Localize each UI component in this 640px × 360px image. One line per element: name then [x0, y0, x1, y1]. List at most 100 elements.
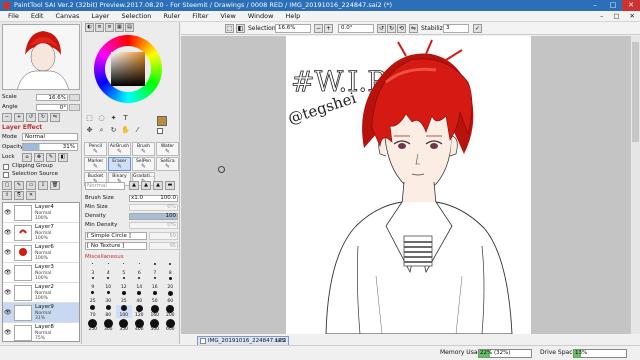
- zoom-out-button[interactable]: −: [314, 24, 323, 33]
- angle-select[interactable]: 0.0°: [338, 24, 374, 33]
- visibility-eye-icon[interactable]: 👁: [4, 289, 12, 296]
- brush-size-preset[interactable]: 10: [101, 277, 117, 290]
- menu-file[interactable]: File: [2, 11, 25, 21]
- shape-flat-icon[interactable]: ▬: [165, 181, 175, 190]
- layer-item[interactable]: 👁 Layer4 Normal 100%: [3, 203, 79, 223]
- hand-icon[interactable]: ✋: [121, 126, 130, 135]
- menu-ruler[interactable]: Ruler: [157, 11, 186, 21]
- tool-airbrush[interactable]: AirBrush ✎: [107, 142, 131, 156]
- texture-select[interactable]: [ No Texture ]: [85, 242, 147, 250]
- menu-view[interactable]: View: [214, 11, 241, 21]
- layer-item[interactable]: 👁 Layer6 Normal 100%: [3, 243, 79, 263]
- brush-size-preset[interactable]: 80: [101, 305, 117, 318]
- brush-size-preset[interactable]: 70: [85, 305, 101, 318]
- rotate-left-icon[interactable]: ↺: [26, 113, 36, 122]
- brush-size-preset[interactable]: 16: [147, 277, 163, 290]
- clipping-group-checkbox[interactable]: [3, 164, 9, 170]
- brush-size-preset[interactable]: 250: [85, 319, 101, 332]
- brush-size-preset[interactable]: 120: [132, 305, 148, 318]
- rotate-right-button[interactable]: ↻: [387, 24, 396, 33]
- menu-selection[interactable]: Selection: [115, 11, 157, 21]
- min-density-slider[interactable]: 0%: [129, 222, 178, 229]
- close-button[interactable]: ✕: [622, 0, 640, 11]
- tool-selpen[interactable]: SelPen ✎: [131, 157, 155, 171]
- visibility-eye-icon[interactable]: 👁: [4, 229, 12, 236]
- rgb-slider-tab[interactable]: ≡: [95, 23, 104, 32]
- doc-restore-button[interactable]: □: [608, 11, 624, 21]
- layer-item-selected[interactable]: 👁 Layer9 Normal 31%: [3, 303, 79, 323]
- tool-water[interactable]: Water ✎: [156, 142, 179, 156]
- new-folder-icon[interactable]: ▭: [26, 181, 36, 190]
- copy-layer-icon[interactable]: ⎘: [14, 191, 24, 200]
- brush-size-preset[interactable]: 20: [163, 277, 179, 290]
- visibility-eye-icon[interactable]: 👁: [4, 329, 12, 336]
- magic-wand-icon[interactable]: ✦: [109, 114, 118, 123]
- brush-size-preset[interactable]: 500: [147, 319, 163, 332]
- new-linework-icon[interactable]: ✎: [14, 181, 24, 190]
- rotate-icon[interactable]: ↻: [109, 126, 118, 135]
- tool-eraser[interactable]: Eraser ✎: [107, 157, 131, 171]
- brush-size-preset[interactable]: 50: [147, 291, 163, 304]
- brush-size-preset[interactable]: 100: [116, 305, 132, 318]
- visibility-eye-icon[interactable]: 👁: [4, 249, 12, 256]
- text-tool-icon[interactable]: T: [121, 114, 130, 123]
- vertical-scrollbar[interactable]: [630, 36, 640, 334]
- brush-size-preset[interactable]: 9: [85, 277, 101, 290]
- brush-size-preset[interactable]: 3: [85, 263, 101, 276]
- menu-layer[interactable]: Layer: [85, 11, 115, 21]
- brush-size-preset[interactable]: 30: [101, 291, 117, 304]
- menu-help[interactable]: Help: [279, 11, 306, 21]
- brush-size-preset[interactable]: 7: [147, 263, 163, 276]
- opacity-slider[interactable]: 31%: [22, 143, 78, 151]
- navigator-thumbnail[interactable]: [2, 24, 80, 90]
- layer-item[interactable]: 👁 Layer7 Normal 100%: [3, 223, 79, 243]
- doc-close-button[interactable]: ✕: [625, 11, 640, 21]
- brush-size-preset[interactable]: 40: [132, 291, 148, 304]
- anti-alias-toggle[interactable]: ✓: [473, 24, 482, 33]
- delete-layer-icon[interactable]: 🗑: [50, 181, 60, 190]
- angle-value[interactable]: 0°: [36, 104, 68, 111]
- zoom-icon[interactable]: ⌕: [97, 126, 106, 135]
- scale-buttons[interactable]: [69, 94, 80, 101]
- merge-down-icon[interactable]: ⇩: [38, 181, 48, 190]
- layer-item[interactable]: 👁 Layer3 Normal 100%: [3, 263, 79, 283]
- palette-tab[interactable]: ▦: [115, 23, 124, 32]
- brush-blend-mode[interactable]: Normal: [85, 182, 125, 190]
- deselect-icon[interactable]: ⬚: [225, 24, 234, 33]
- selection-source-checkbox[interactable]: [3, 172, 9, 178]
- rotate-left-button[interactable]: ↺: [377, 24, 386, 33]
- flip-horizontal-button[interactable]: ⇋: [409, 24, 418, 33]
- brush-size-preset[interactable]: 4: [101, 263, 117, 276]
- primary-color-swatch[interactable]: [157, 116, 167, 126]
- brush-size-preset[interactable]: 160: [147, 305, 163, 318]
- menu-window[interactable]: Window: [242, 11, 280, 21]
- doc-minimize-button[interactable]: –: [595, 11, 608, 21]
- maximize-button[interactable]: □: [604, 0, 622, 11]
- scratchpad-tab[interactable]: ▤: [125, 23, 134, 32]
- brush-size-preset[interactable]: 12: [116, 277, 132, 290]
- brush-size-preset[interactable]: 35: [116, 291, 132, 304]
- brush-size-preset[interactable]: 400: [132, 319, 148, 332]
- brush-size-preset[interactable]: 25: [85, 291, 101, 304]
- tool-pencil[interactable]: Pencil ✎: [84, 142, 107, 156]
- saturation-value-square[interactable]: [111, 52, 145, 86]
- layer-effect-header[interactable]: Layer Effect: [2, 124, 42, 131]
- flip-icon[interactable]: ⇋: [50, 113, 60, 122]
- scale-value[interactable]: 16.6%: [36, 94, 68, 101]
- eyedropper-icon[interactable]: ⁄: [133, 126, 142, 135]
- transparent-color-swatch[interactable]: [157, 128, 163, 134]
- brush-size-preset[interactable]: 600: [163, 319, 179, 332]
- stabilizer-select[interactable]: 3: [443, 24, 469, 33]
- new-layer-icon[interactable]: ▢: [2, 181, 12, 190]
- brush-size-field[interactable]: x1.0 100.0: [129, 195, 178, 202]
- shape-soft-icon[interactable]: ▲: [129, 181, 139, 190]
- minimize-button[interactable]: –: [586, 0, 604, 11]
- canvas-paper[interactable]: #W.I.P @tegshei: [286, 36, 531, 334]
- brush-size-preset[interactable]: 8: [163, 263, 179, 276]
- lasso-icon[interactable]: ◌: [97, 114, 106, 123]
- density-slider[interactable]: 100: [129, 213, 178, 220]
- lock-alpha-icon[interactable]: ◧: [58, 153, 68, 162]
- brush-size-preset[interactable]: 60: [163, 291, 179, 304]
- shape-hard-icon[interactable]: ▲: [153, 181, 163, 190]
- tool-selera[interactable]: SelEra ✎: [156, 157, 179, 171]
